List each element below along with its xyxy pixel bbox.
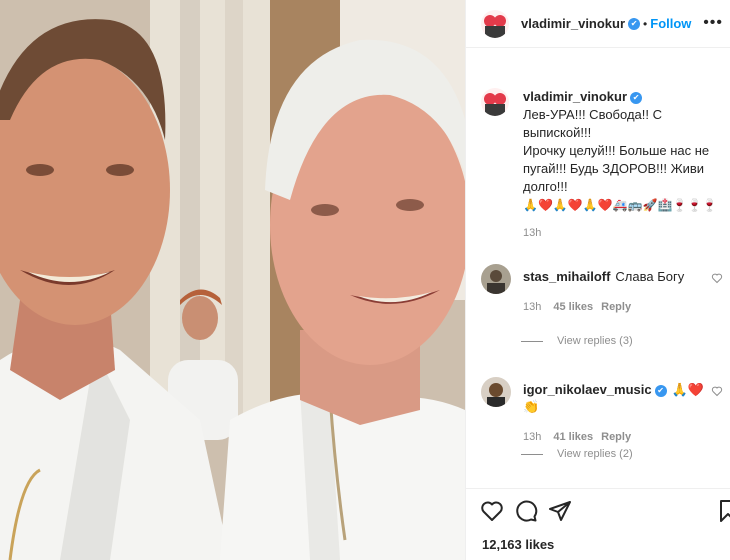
- heart-icon[interactable]: [480, 499, 504, 523]
- verified-badge-icon: ✔: [654, 384, 667, 397]
- post-header: vladimir_vinokur ✔ • Follow •••: [466, 0, 730, 48]
- comment-item: stas_mihailoff Слава Богу 13h 45 likes Repl…: [481, 264, 730, 316]
- author-avatar[interactable]: [481, 9, 509, 38]
- comment-like-heart-icon[interactable]: [711, 272, 723, 284]
- comment-likes[interactable]: 41 likes: [553, 431, 593, 443]
- post-actions: 12,163 likes: [466, 488, 730, 560]
- avatar-image: [481, 264, 511, 294]
- share-icon[interactable]: [548, 499, 572, 523]
- post-photo[interactable]: [0, 0, 465, 560]
- photo-illustration: [0, 0, 465, 560]
- comment-item: igor_nikolaev_music ✔ 🙏❤️👏 13h 41 likes Repl…: [481, 377, 730, 446]
- author-username[interactable]: vladimir_vinokur: [521, 16, 625, 31]
- bookmark-icon[interactable]: [716, 499, 730, 523]
- caption-body: vladimir_vinokur ✔ Лев-УРА!!! Свобода!! С…: [523, 88, 723, 242]
- comment-timestamp[interactable]: 13h: [523, 431, 541, 443]
- caption-text: Лев-УРА!!! Свобода!! С выпиской!!! Ирочк…: [523, 107, 710, 194]
- comment-meta: 13h 45 likes Reply: [523, 299, 713, 316]
- comment-body: stas_mihailoff Слава Богу 13h 45 likes Repl…: [523, 268, 713, 316]
- caption-author-username[interactable]: vladimir_vinokur: [523, 89, 627, 104]
- comment-like-heart-icon[interactable]: [711, 385, 723, 397]
- avatar-image: [484, 14, 506, 38]
- follow-button[interactable]: Follow: [650, 16, 691, 31]
- comment-text: Слава Богу: [615, 269, 685, 284]
- post-likes-count[interactable]: 12,163 likes: [482, 537, 554, 552]
- reply-button[interactable]: Reply: [601, 431, 631, 443]
- comment-meta: 13h 41 likes Reply: [523, 429, 713, 446]
- commenter-avatar[interactable]: [481, 264, 511, 294]
- commenter-username[interactable]: igor_nikolaev_music: [523, 382, 652, 397]
- comment-likes[interactable]: 45 likes: [553, 301, 593, 313]
- commenter-avatar[interactable]: [481, 377, 511, 407]
- reply-button[interactable]: Reply: [601, 301, 631, 313]
- instagram-post-view: vladimir_vinokur ✔ • Follow ••• vladimir…: [0, 0, 730, 560]
- commenter-username[interactable]: stas_mihailoff: [523, 269, 610, 284]
- caption-emojis: 🙏❤️🙏❤️🙏❤️🚑🚌🚀🏥🍷🍷🍷: [523, 198, 718, 212]
- view-replies-button[interactable]: View replies (2): [521, 448, 633, 460]
- caption-timestamp[interactable]: 13h: [523, 224, 723, 242]
- post-side-panel: vladimir_vinokur ✔ • Follow ••• vladimir…: [465, 0, 730, 560]
- comment-icon[interactable]: [514, 499, 538, 523]
- comment-body: igor_nikolaev_music ✔ 🙏❤️👏 13h 41 likes Repl…: [523, 381, 713, 446]
- more-icon[interactable]: •••: [703, 14, 723, 32]
- separator-dot: •: [643, 16, 648, 31]
- verified-badge-icon: ✔: [630, 91, 643, 104]
- view-replies-button[interactable]: View replies (3): [521, 335, 633, 347]
- verified-badge-icon: ✔: [628, 17, 641, 30]
- comment-timestamp[interactable]: 13h: [523, 301, 541, 313]
- post-caption: vladimir_vinokur ✔ Лев-УРА!!! Свобода!! С…: [481, 88, 726, 242]
- avatar-image: [481, 377, 511, 407]
- avatar-image: [484, 93, 506, 116]
- caption-author-avatar[interactable]: [481, 88, 509, 116]
